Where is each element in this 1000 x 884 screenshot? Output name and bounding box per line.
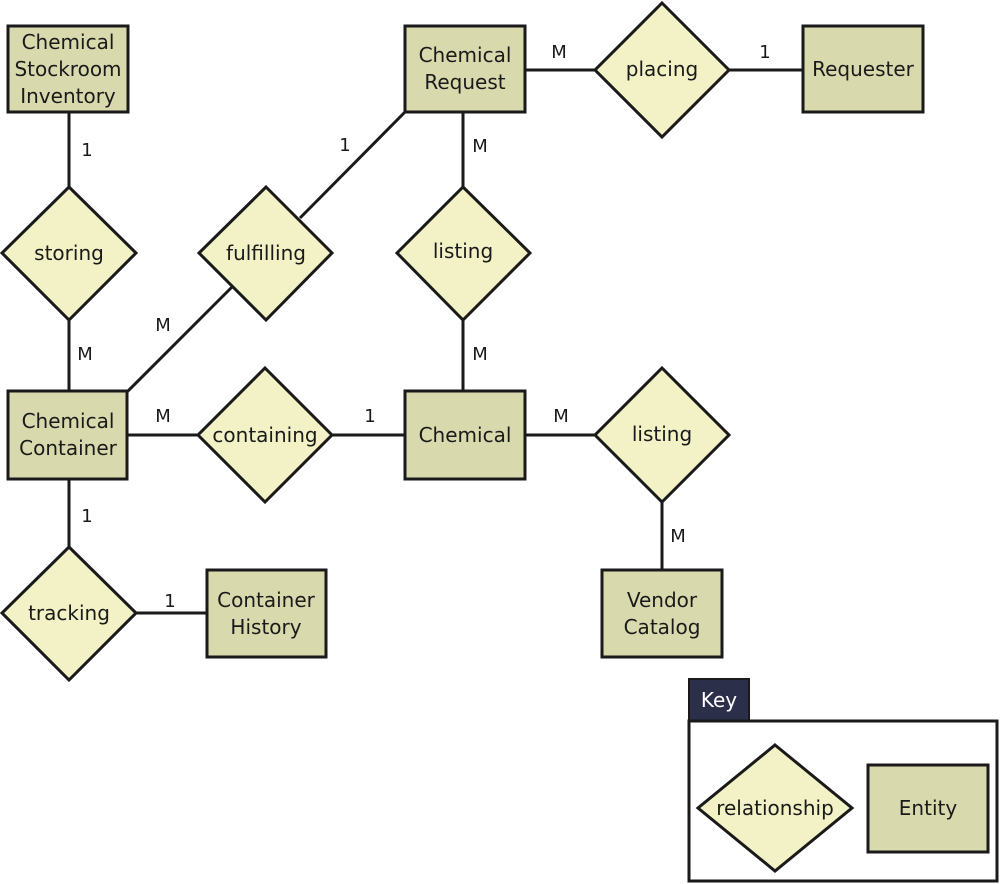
entity-requester[interactable]: Requester: [801, 24, 925, 114]
key-entity-sample: Entity: [866, 763, 990, 854]
entity-label: Requester: [812, 57, 915, 81]
entity-label: Chemical: [419, 43, 512, 67]
entity-label: Chemical: [22, 409, 115, 433]
entity-label: History: [230, 615, 301, 639]
entity-label: Container: [217, 588, 316, 612]
cardinality-label: 1: [364, 406, 375, 427]
entity-label: Inventory: [20, 84, 116, 108]
relationship-label: listing: [433, 239, 493, 263]
relationship-label: listing: [632, 422, 692, 446]
cardinality-label: M: [553, 406, 569, 427]
key-legend: Key relationship Entity: [687, 678, 999, 883]
entity-container-history[interactable]: Container History: [205, 568, 328, 659]
cardinality-label: 1: [164, 591, 175, 612]
cardinality-label: 1: [759, 42, 770, 63]
entity-chemical-request[interactable]: Chemical Request: [403, 24, 527, 114]
relationship-label: tracking: [28, 601, 110, 625]
connectors: [67, 68, 803, 615]
entity-label: Request: [424, 70, 505, 94]
relationship-label: fulfilling: [226, 241, 306, 265]
line-fulfilling-container: [125, 285, 234, 394]
relationship-listing-request[interactable]: listing: [394, 184, 533, 323]
line-request-fulfilling: [298, 110, 407, 220]
key-title: Key: [701, 688, 737, 712]
entity-chemical-stockroom-inventory[interactable]: Chemical Stockroom Inventory: [6, 24, 130, 114]
entity-vendor-catalog[interactable]: Vendor Catalog: [600, 568, 724, 659]
relationship-containing[interactable]: containing: [195, 365, 335, 505]
entity-label: Chemical: [22, 30, 115, 54]
relationship-label: placing: [626, 57, 698, 81]
relationship-storing[interactable]: storing: [0, 184, 139, 323]
entity-label: Chemical: [419, 423, 512, 447]
cardinality-label: 1: [339, 135, 350, 156]
relationship-label: containing: [212, 423, 317, 447]
cardinality-label: M: [551, 42, 567, 63]
cardinality-label: M: [472, 344, 488, 365]
entity-label: Stockroom: [14, 57, 121, 81]
entity-chemical-container[interactable]: Chemical Container: [6, 389, 129, 481]
cardinality-label: M: [155, 315, 171, 336]
key-entity-label: Entity: [899, 796, 958, 820]
relationship-tracking[interactable]: tracking: [0, 544, 139, 683]
cardinality-label: M: [472, 136, 488, 157]
cardinality-label: 1: [81, 506, 92, 527]
entity-label: Container: [19, 436, 118, 460]
relationship-listing-vendor[interactable]: listing: [592, 365, 732, 505]
cardinality-label: M: [77, 344, 93, 365]
er-diagram: Chemical Stockroom Inventory Chemical Re…: [0, 0, 999, 883]
entity-chemical[interactable]: Chemical: [403, 389, 527, 481]
entity-label: Vendor: [627, 588, 698, 612]
entity-label: Catalog: [624, 615, 701, 639]
key-relationship-label: relationship: [716, 796, 834, 820]
cardinality-label: 1: [81, 140, 92, 161]
relationship-label: storing: [34, 241, 104, 265]
cardinality-label: M: [670, 526, 686, 547]
cardinality-label: M: [155, 406, 171, 427]
relationship-placing[interactable]: placing: [592, 0, 732, 140]
